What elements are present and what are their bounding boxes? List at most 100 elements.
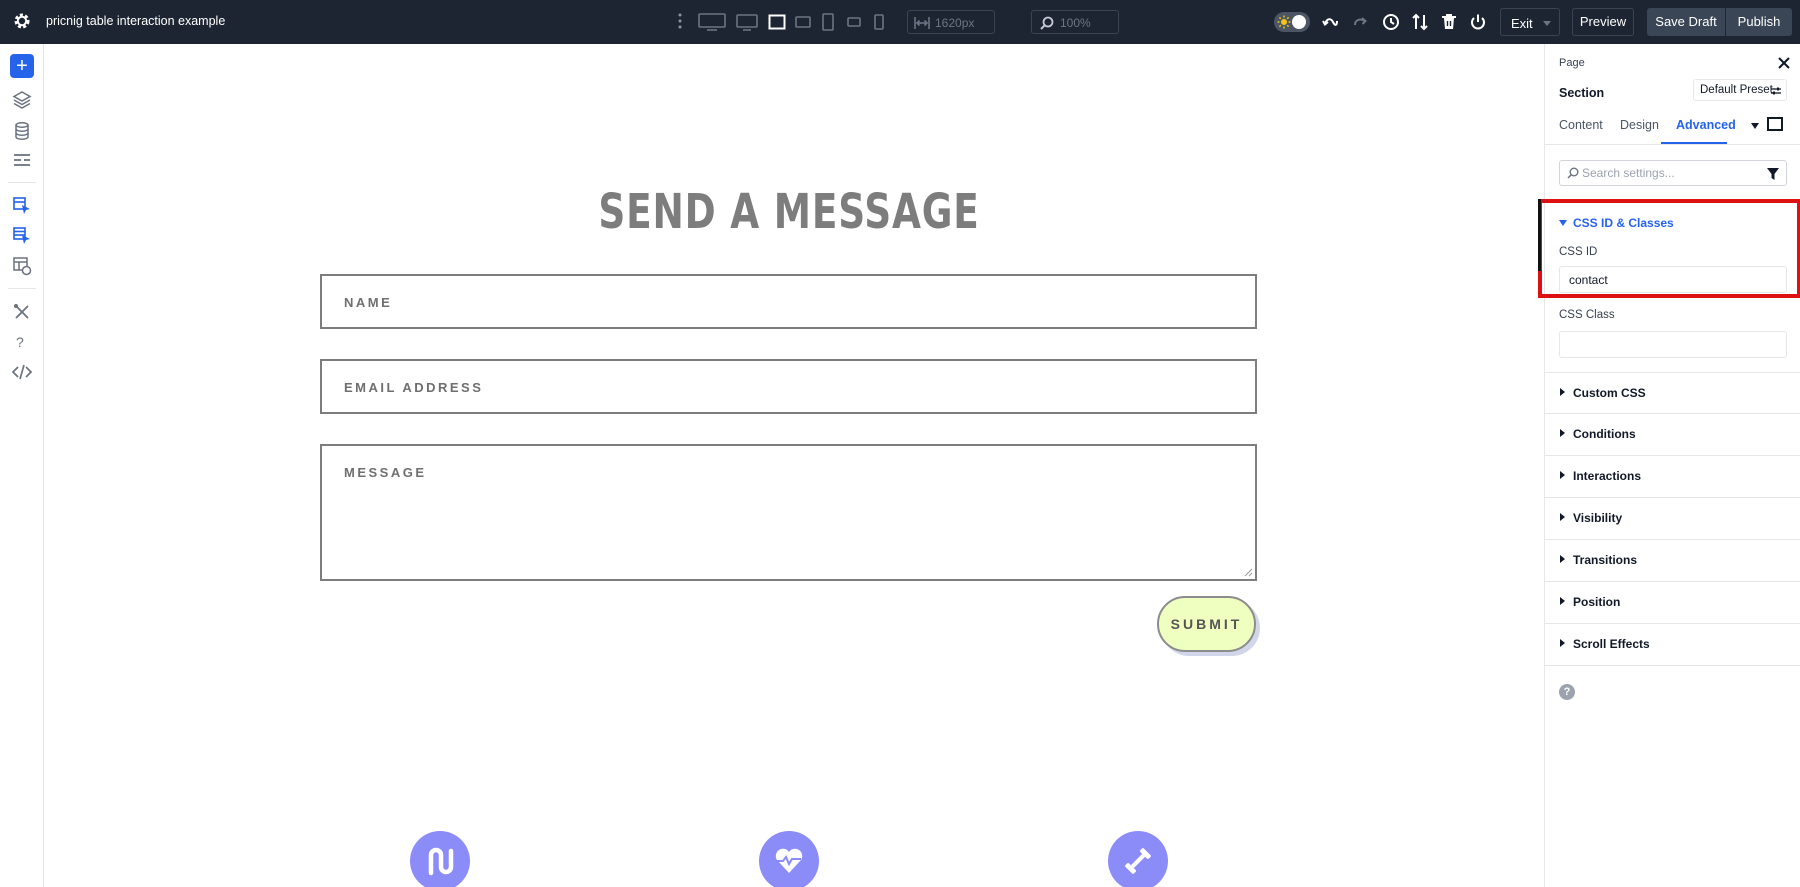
group-position[interactable]: Position	[1545, 582, 1800, 624]
database-icon[interactable]	[12, 121, 32, 141]
zoom-search-icon	[1040, 16, 1054, 30]
builder-canvas: SEND A MESSAGE NAME EMAIL ADDRESS MESSAG…	[44, 44, 1544, 887]
resize-handle-icon[interactable]	[1243, 567, 1253, 577]
more-vertical-icon[interactable]	[676, 11, 684, 31]
phone-portrait-icon[interactable]	[874, 12, 884, 32]
power-icon[interactable]	[1469, 13, 1487, 31]
exit-dropdown-icon[interactable]	[1543, 21, 1551, 26]
message-field[interactable]: MESSAGE	[320, 444, 1257, 581]
preset-dropdown[interactable]: Default Preset	[1693, 79, 1787, 101]
canvas-width-input[interactable]: 1620px	[907, 10, 995, 34]
submit-button[interactable]: SUBMIT	[1157, 596, 1256, 652]
help-icon[interactable]: ?	[16, 334, 24, 350]
tablet-landscape-icon[interactable]	[795, 12, 811, 32]
group-collapsed-icon	[1560, 555, 1565, 563]
css-class-label: CSS Class	[1559, 309, 1615, 321]
magnet-icon	[428, 847, 454, 876]
css-id-input[interactable]	[1559, 266, 1787, 293]
tab-advanced[interactable]: Advanced	[1676, 118, 1736, 132]
toggle-knob	[1292, 15, 1306, 29]
zoom-input[interactable]: 100%	[1031, 10, 1119, 34]
layout-icon[interactable]	[12, 151, 32, 171]
phone-landscape-icon[interactable]	[847, 12, 861, 32]
trash-icon[interactable]	[1440, 13, 1458, 31]
group-collapsed-icon	[1560, 513, 1565, 521]
settings-search-input[interactable]	[1582, 165, 1752, 181]
group-visibility[interactable]: Visibility	[1545, 498, 1800, 540]
publish-button[interactable]: Publish	[1726, 8, 1792, 36]
top-toolbar: pricnig table interaction example 1620px	[0, 0, 1800, 44]
preset-label: Default Preset	[1700, 84, 1773, 96]
group-conditions[interactable]: Conditions	[1545, 414, 1800, 456]
panel-section-title: Section	[1559, 86, 1605, 100]
group-interactions[interactable]: Interactions	[1545, 456, 1800, 498]
exit-button[interactable]: Exit	[1500, 8, 1560, 36]
feature-magnet-badge	[410, 831, 470, 887]
group-collapsed-icon	[1560, 639, 1565, 647]
gear-icon[interactable]	[12, 11, 32, 31]
save-draft-button[interactable]: Save Draft	[1647, 8, 1725, 36]
tab-content[interactable]: Content	[1559, 118, 1603, 132]
redo-icon[interactable]	[1352, 13, 1370, 31]
group-css-id-classes[interactable]: CSS ID & Classes	[1559, 216, 1674, 230]
sidebar-divider	[8, 288, 36, 289]
laptop-icon[interactable]	[768, 12, 786, 32]
expand-panel-icon[interactable]	[1767, 117, 1783, 131]
desktop-icon[interactable]	[736, 12, 758, 32]
search-icon	[1567, 167, 1579, 179]
settings-search	[1559, 160, 1787, 186]
layout-clock-icon[interactable]	[12, 256, 32, 276]
tablet-portrait-icon[interactable]	[822, 12, 834, 32]
group-label: Scroll Effects	[1573, 637, 1650, 651]
code-icon[interactable]	[12, 362, 32, 382]
group-expanded-icon	[1559, 220, 1567, 226]
name-field[interactable]: NAME	[320, 274, 1257, 329]
group-scroll-effects[interactable]: Scroll Effects	[1545, 624, 1800, 666]
heart-icon	[775, 848, 803, 873]
panel-breadcrumb[interactable]: Page	[1559, 57, 1585, 69]
group-label: Conditions	[1573, 427, 1636, 441]
feature-heart-badge	[759, 831, 819, 887]
cursor-pages-icon[interactable]	[12, 196, 32, 216]
close-icon[interactable]	[1777, 56, 1791, 70]
highlight-left-bar	[1538, 199, 1541, 271]
desktop-wide-icon[interactable]	[698, 12, 726, 32]
css-class-input[interactable]	[1559, 331, 1787, 358]
group-label: Custom CSS	[1573, 386, 1646, 400]
cursor-stack-icon[interactable]	[12, 226, 32, 246]
group-transitions[interactable]: Transitions	[1545, 540, 1800, 582]
group-label: Interactions	[1573, 469, 1642, 483]
left-sidebar: + ?	[0, 44, 44, 887]
help-circle-icon[interactable]: ?	[1559, 684, 1575, 700]
preview-button[interactable]: Preview	[1572, 8, 1634, 36]
filter-icon[interactable]	[1767, 168, 1779, 180]
group-label: Position	[1573, 595, 1621, 609]
width-arrows-icon	[914, 17, 930, 29]
canvas-width-value: 1620px	[935, 16, 975, 30]
settings-panel: Page Section Default Preset Content Desi…	[1538, 44, 1800, 887]
feature-dumbbell-badge	[1108, 831, 1168, 887]
group-collapsed-icon	[1560, 597, 1565, 605]
sort-arrows-icon[interactable]	[1411, 13, 1429, 31]
sun-icon	[1277, 15, 1291, 29]
section-heading: SEND A MESSAGE	[598, 184, 980, 240]
group-css-id-classes-label: CSS ID & Classes	[1573, 216, 1674, 230]
group-label: Transitions	[1573, 553, 1638, 567]
group-custom-css[interactable]: Custom CSS	[1545, 372, 1800, 414]
css-id-label: CSS ID	[1559, 246, 1598, 258]
tools-icon[interactable]	[12, 302, 32, 322]
group-collapsed-icon	[1560, 388, 1565, 396]
undo-icon[interactable]	[1322, 13, 1340, 31]
history-clock-icon[interactable]	[1382, 13, 1400, 31]
layers-icon[interactable]	[12, 90, 32, 110]
tab-design[interactable]: Design	[1620, 118, 1659, 132]
zoom-value: 100%	[1060, 16, 1091, 30]
theme-toggle[interactable]	[1274, 12, 1310, 32]
page-title: pricnig table interaction example	[46, 14, 226, 28]
exit-label: Exit	[1511, 16, 1533, 31]
add-module-button[interactable]: +	[10, 54, 34, 78]
tab-more-dropdown-icon[interactable]	[1751, 123, 1759, 129]
email-field[interactable]: EMAIL ADDRESS	[320, 359, 1257, 414]
tabs-divider	[1545, 144, 1800, 145]
preset-sliders-icon	[1771, 87, 1781, 95]
